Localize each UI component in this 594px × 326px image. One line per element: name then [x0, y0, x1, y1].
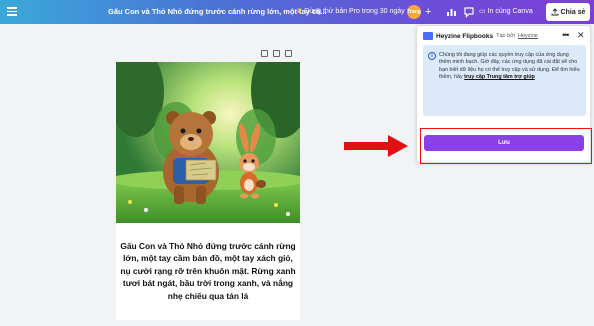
duplicate-page-icon[interactable] [273, 50, 280, 57]
print-label: In cùng Canva [487, 8, 533, 15]
pro-trial-button[interactable]: ♛ Dùng thử bản Pro trong 30 ngày [296, 7, 405, 15]
comment-icon[interactable] [462, 5, 476, 19]
document-title[interactable]: Gấu Con và Thỏ Nhỏ đứng trước cánh rừng … [108, 7, 327, 16]
permissions-notice: i Chúng tôi đang giúp các quyền truy cập… [423, 45, 586, 116]
close-icon[interactable]: ✕ [577, 30, 585, 40]
share-button[interactable]: Chia sẻ [546, 3, 590, 21]
page-tools [261, 50, 292, 57]
heyzine-logo-icon [423, 32, 433, 40]
panel-header: Heyzine Flipbooks Tạo bởi Heyzine [423, 32, 538, 40]
upload-icon [551, 8, 558, 16]
highlight-box [420, 128, 592, 164]
more-options-icon[interactable]: ••• [562, 31, 570, 40]
design-page[interactable]: Gấu Con và Thỏ Nhỏ đứng trước cánh rừng … [116, 62, 300, 320]
created-by-label: Tạo bởi [496, 33, 515, 39]
top-toolbar: Gấu Con và Thỏ Nhỏ đứng trước cánh rừng … [0, 0, 594, 24]
truck-icon: ▭ [479, 8, 486, 15]
info-icon: i [428, 52, 436, 60]
red-arrow-indicator [344, 135, 408, 157]
help-center-link[interactable]: truy cập Trung tâm trợ giúp [464, 74, 535, 80]
developer-link[interactable]: Heyzine [518, 33, 538, 39]
page-caption[interactable]: Gấu Con và Thỏ Nhỏ đứng trước cánh rừng … [120, 240, 296, 302]
crown-icon: ♛ [296, 8, 303, 15]
print-with-canva-button[interactable]: ▭ In cùng Canva [479, 5, 533, 19]
add-collaborator-icon[interactable]: + [425, 5, 431, 19]
story-illustration[interactable] [116, 62, 300, 223]
analytics-icon[interactable] [444, 5, 458, 19]
menu-icon[interactable] [5, 5, 19, 19]
avatar[interactable]: Trang [407, 5, 421, 19]
permissions-notice-text: Chúng tôi đang giúp các quyền truy cập c… [439, 52, 581, 82]
lock-icon[interactable] [261, 50, 268, 57]
app-name: Heyzine Flipbooks [436, 32, 494, 40]
share-label: Chia sẻ [560, 8, 586, 16]
add-page-icon[interactable] [285, 50, 292, 57]
pro-trial-label: Dùng thử bản Pro trong 30 ngày [304, 8, 405, 15]
